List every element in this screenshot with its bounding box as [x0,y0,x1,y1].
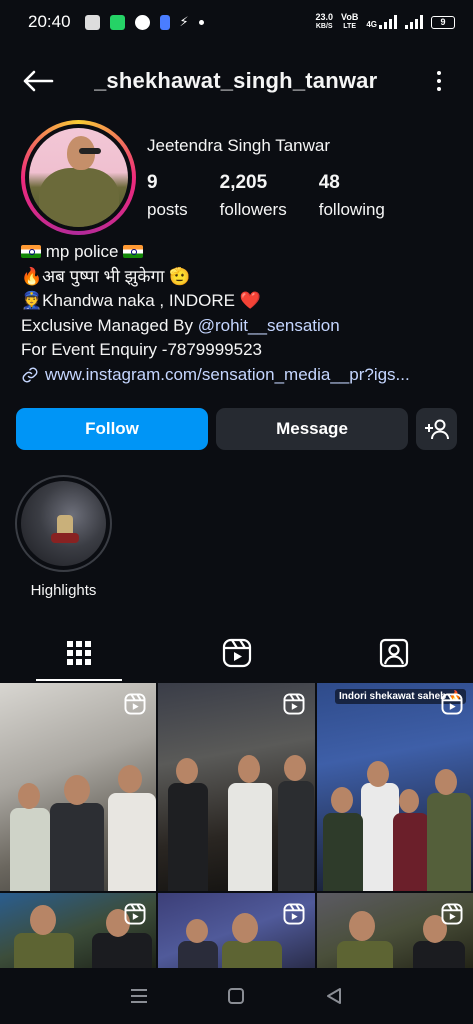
volte-indicator: VoB LTE [341,13,358,31]
followers-count: 2,205 [219,172,268,193]
bio-line-5: For Event Enquiry -7879999523 [21,340,262,359]
app-notification-icon-2 [159,14,170,30]
bio-line-3: 👮Khandwa naka , INDORE ❤️ [21,289,461,314]
bio-line-2: 🔥अब पुष्पा भी झुकेगा 🫡 [21,266,191,286]
profile-username: _shekhawat_singh_tanwar [94,68,378,93]
home-square-icon [228,988,245,1004]
vertical-dots-icon [437,71,441,75]
profile-stats: 9 posts 2,205 followers 48 following [147,172,417,220]
volte-bottom: LTE [343,23,356,30]
suggested-accounts-button[interactable] [416,408,457,450]
back-triangle-icon [327,988,342,1004]
following-label: following [318,200,385,219]
recent-apps-button[interactable] [119,976,159,1016]
bio-text-3: Khandwa naka , INDORE [42,291,235,310]
menu-lines-icon [130,989,147,1003]
police-officer-icon: 👮 [21,291,43,310]
reel-icon [124,693,146,715]
profile-avatar-story-ring[interactable] [21,120,136,235]
reel-icon [441,903,463,925]
status-time: 20:40 [28,12,71,31]
bio-mention-link[interactable]: @rohit__sensation [198,316,340,335]
post-thumbnail[interactable] [158,893,315,968]
system-navigation-bar [0,968,473,1024]
profile-header: _shekhawat_singh_tanwar [0,56,473,106]
highlight-ring [15,475,112,572]
profile-actions: Follow Message [16,408,457,450]
tab-tagged[interactable] [315,625,473,681]
bio-text-4: Exclusive Managed By [21,315,198,335]
signal-icon-1: 4G [366,15,397,29]
grid-icon [66,641,91,665]
avatar [29,128,128,227]
network-speed-value: 23.0 [315,12,333,22]
reels-icon [222,638,251,668]
post-thumbnail[interactable] [317,893,473,968]
bio-text-1: mp police [45,242,119,261]
reel-icon [124,903,146,925]
home-button[interactable] [216,976,256,1016]
reel-icon [283,903,305,925]
website-link-text[interactable]: www.instagram.com/sensation_media__pr?ig… [45,363,410,388]
more-notifications-dot-icon [198,19,204,25]
post-thumbnail[interactable] [158,683,315,891]
display-name: Jeetendra Singh Tanwar [147,136,331,155]
profile-content-tabs [0,625,473,681]
status-right: 23.0 KB/S VoB LTE 4G 9 [315,13,455,31]
india-flag-icon [123,245,144,258]
network-speed-unit: KB/S [315,23,333,30]
battery-icon: 9 [431,15,455,29]
followers-label: followers [219,200,287,219]
follow-button[interactable]: Follow [16,408,208,450]
posts-label: posts [147,200,188,219]
tagged-icon [380,638,409,668]
bio-website[interactable]: www.instagram.com/sensation_media__pr?ig… [21,363,461,392]
reel-icon [441,693,463,715]
whatsapp-icon [134,14,150,30]
stat-posts[interactable]: 9 posts [147,172,188,220]
stat-following[interactable]: 48 following [319,172,385,220]
following-count: 48 [318,172,340,193]
system-back-button[interactable] [314,976,354,1016]
stat-followers[interactable]: 2,205 followers [220,172,287,220]
add-user-icon [424,419,449,440]
more-options-button[interactable] [427,61,451,101]
heart-icon: ❤️ [239,291,261,310]
link-icon [22,367,38,383]
post-thumbnail[interactable] [0,683,156,891]
tab-reels[interactable] [158,625,316,681]
arrow-left-icon [23,70,54,92]
profile-bio: mp police 🔥अब पुष्पा भी झुकेगा 🫡 👮Khandw… [21,240,461,391]
back-button[interactable] [18,61,58,101]
notification-icons: ⚡ [84,14,204,30]
india-flag-icon [21,245,41,258]
reel-icon [283,693,305,715]
posts-count: 9 [147,172,158,193]
bio-line-1: mp police [21,240,461,265]
tab-posts-grid[interactable] [0,625,158,681]
story-highlight[interactable]: Highlights [15,475,112,599]
app-notification-icon [109,14,125,30]
volte-top: VoB [340,12,359,22]
news-app-icon [84,14,100,30]
signal-icon-2 [405,15,423,29]
battery-level: 9 [440,17,446,27]
post-thumbnail[interactable] [0,893,156,968]
status-bar: 20:40 ⚡ 23.0 KB/S VoB LTE 4G 9 [0,0,473,44]
highlight-cover-image [21,481,106,566]
post-thumbnail[interactable]: Indori shekawat saheb 🔥 [317,683,473,891]
bio-line-4: Exclusive Managed By @rohit__sensation [21,314,461,339]
network-speed: 23.0 KB/S [315,13,333,31]
message-button[interactable]: Message [216,408,408,450]
network-type: 4G [366,20,377,29]
flash-icon: ⚡ [179,14,189,29]
highlight-label: Highlights [30,582,97,599]
posts-grid: Indori shekawat saheb 🔥 [0,683,473,968]
